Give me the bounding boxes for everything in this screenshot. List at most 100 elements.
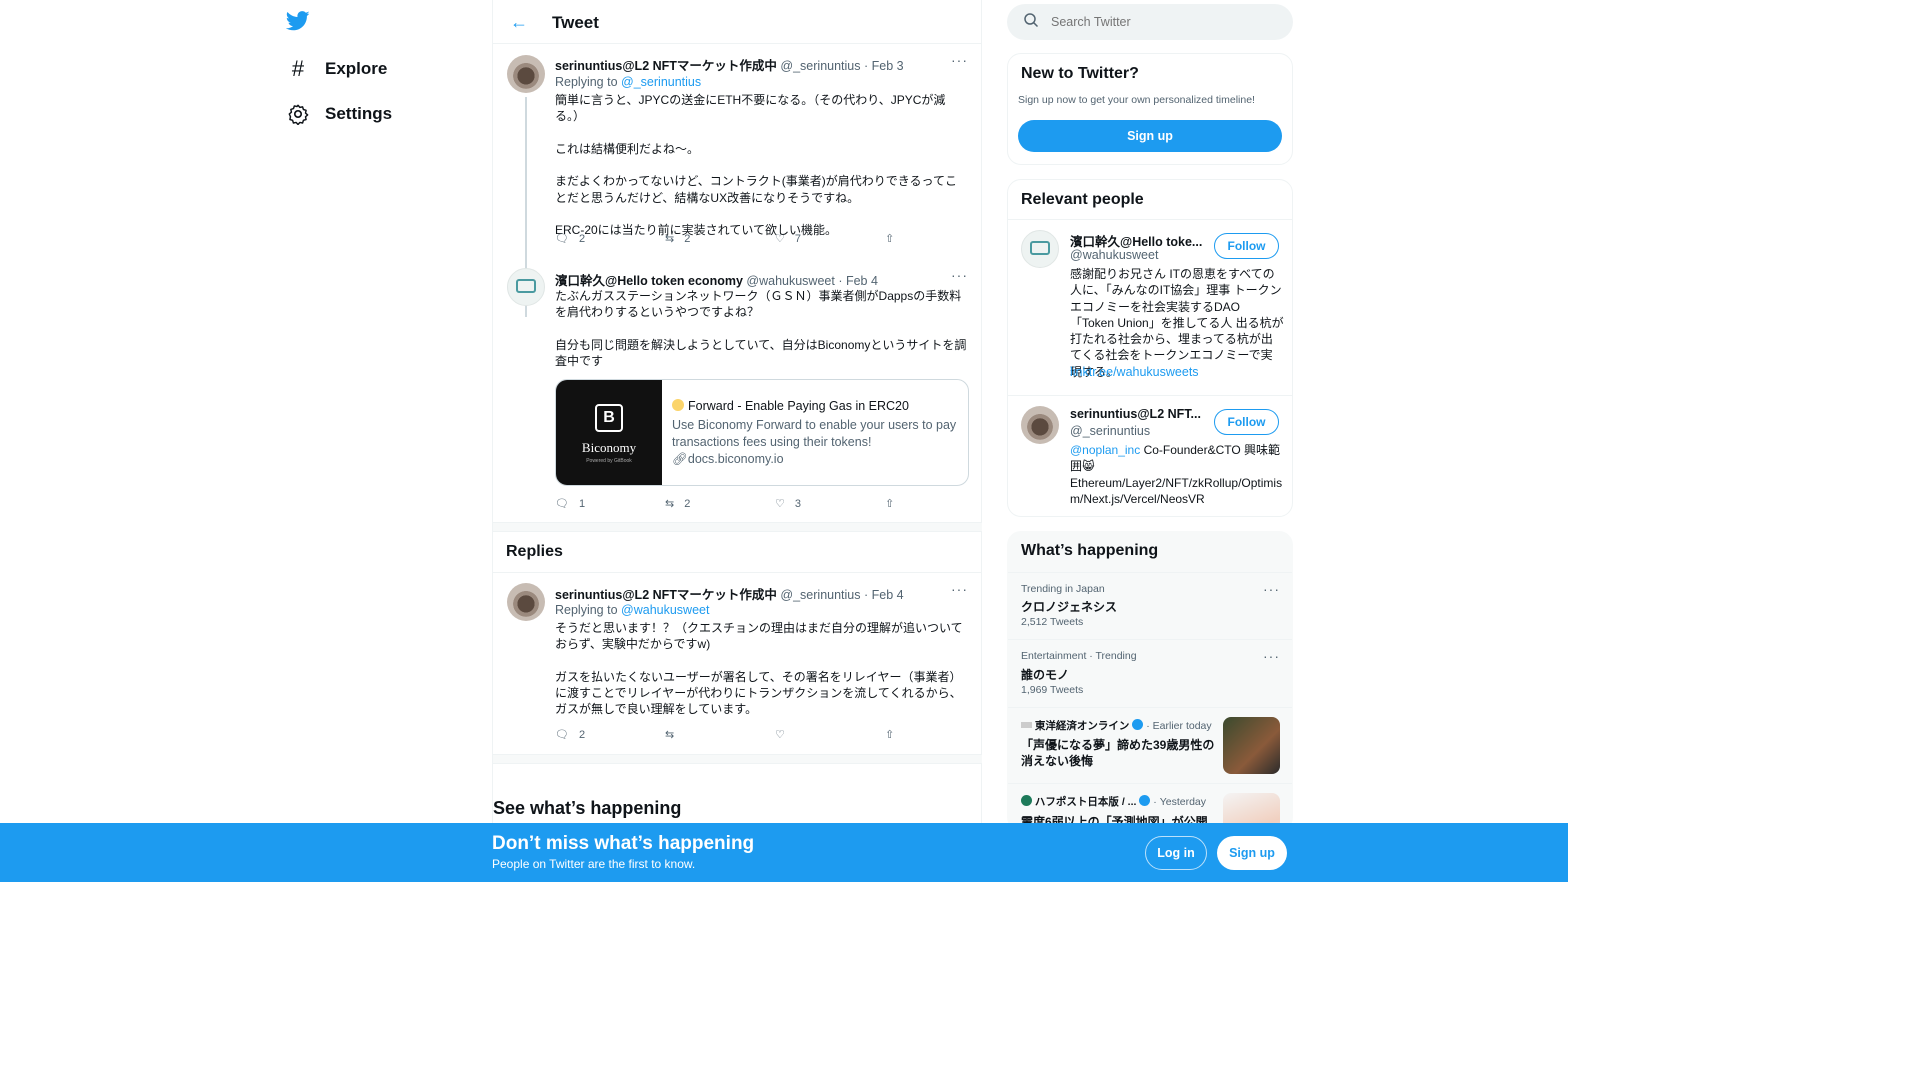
replying-handle-link[interactable]: @_serinuntius [621,75,701,89]
share-button[interactable]: ⇧ [885,497,995,510]
tweet[interactable]: 濱口幹久@Hello token economy @wahukusweet · … [493,262,982,522]
back-arrow-icon[interactable]: ← [510,12,528,33]
page-title: Tweet [552,13,599,32]
person-handle[interactable]: @_serinuntius [1070,424,1150,438]
signup-button[interactable]: Sign up [1217,836,1287,870]
link-card-title: Forward - Enable Paying Gas in ERC20 [672,399,909,413]
banner-subtitle: People on Twitter are the first to know. [492,857,696,871]
person[interactable]: 濱口幹久@Hello toke... @wahukusweet Follow 感… [1008,220,1292,396]
replying-handle-link[interactable]: @wahukusweet [621,603,709,617]
retweet-count: 2 [684,497,691,510]
tweet-text: たぶんガスステーションネットワーク（ＧＳＮ）事業者側がDappsの手数料を肩代わ… [555,289,967,369]
avatar[interactable] [507,268,545,306]
bio-mention-link[interactable]: @noplan_inc [1070,443,1140,457]
replying-label: Replying to [555,75,618,89]
author-handle[interactable]: @wahukusweet [746,274,834,288]
author-name[interactable]: 濱口幹久@Hello token economy [555,274,743,288]
person-bio: @noplan_inc Co-Founder&CTO 興味範囲😸 Ethereu… [1070,443,1283,506]
more-icon[interactable]: ··· [951,267,968,283]
twitter-logo-icon[interactable] [285,10,310,32]
reply-count: 2 [578,232,586,245]
person-handle[interactable]: @wahukusweet [1070,248,1158,262]
search-box[interactable] [1007,4,1293,40]
logo-sub: Powered by GitBook [586,458,632,464]
tweet-date[interactable]: · Feb 3 [864,59,904,73]
follow-button[interactable]: Follow [1214,409,1279,435]
login-button[interactable]: Log in [1145,836,1207,870]
trend-context: Entertainment · Trending [1021,650,1137,662]
tweet-date[interactable]: · Feb 4 [864,588,904,602]
reply-button[interactable]: 🗨︎ 2 [555,728,665,742]
author-handle[interactable]: @_serinuntius [780,59,860,73]
more-icon[interactable]: ··· [1263,648,1280,664]
nav-explore[interactable]: # Explore [287,56,387,82]
avatar[interactable] [507,55,545,93]
card-title: What’s happening [1021,542,1159,559]
main-column: ← Tweet serinuntius@L2 NFTマーケット作成中 @_ser… [492,0,982,882]
like-button[interactable]: ♡ 3 [775,497,885,511]
link-card-desc: Use Biconomy Forward to enable your user… [672,418,957,449]
more-icon[interactable]: ··· [951,581,968,597]
retweet-icon: ⇆ [665,233,675,245]
share-icon: ⇧ [885,729,895,741]
news-source-line: ハフポスト日本版 / ... · Yesterday [1021,794,1206,809]
trend-count: 1,969 Tweets [1021,684,1084,696]
author-name[interactable]: serinuntius@L2 NFTマーケット作成中 [555,588,777,602]
tweet[interactable]: serinuntius@L2 NFTマーケット作成中 @_serinuntius… [493,45,982,317]
reply-count: 2 [578,728,586,741]
search-icon [1023,12,1039,28]
new-to-twitter-card: New to Twitter? Sign up now to get your … [1007,53,1293,165]
see-happening-heading: See what’s happening [493,798,682,818]
reply-icon: 🗨︎ [555,498,569,510]
nav-explore-label: Explore [325,59,388,78]
tweet-header: ← Tweet [493,0,982,44]
retweet-icon: ⇆ [665,729,675,741]
heart-icon: ♡ [775,233,785,245]
tweet-date[interactable]: · Feb 4 [838,274,878,288]
reply-button[interactable]: 🗨︎ 1 [555,497,665,511]
news-headline: 「声優になる夢」諦めた39歳男性の消えない後悔 [1021,738,1215,769]
like-button[interactable]: ♡ 7 [775,232,885,246]
share-button[interactable]: ⇧ [885,232,995,245]
trend-item[interactable]: Trending in Japan クロノジェネシス 2,512 Tweets … [1008,572,1292,639]
person-name[interactable]: serinuntius@L2 NFT... [1070,407,1201,421]
link-card[interactable]: B Biconomy Powered by GitBook Forward - … [555,379,969,486]
divider [493,754,982,764]
person[interactable]: serinuntius@L2 NFT... @_serinuntius Foll… [1008,396,1292,516]
news-item[interactable]: 東洋経済オンライン · Earlier today 「声優になる夢」諦めた39歳… [1008,707,1292,783]
retweet-button[interactable]: ⇆ 2 [665,497,775,511]
avatar[interactable] [507,583,545,621]
follow-button[interactable]: Follow [1214,233,1279,259]
tweet[interactable]: serinuntius@L2 NFTマーケット作成中 @_serinuntius… [493,574,982,754]
avatar[interactable] [1021,230,1059,268]
card-title: Relevant people [1021,191,1144,208]
reply-button[interactable]: 🗨︎ 2 [555,232,665,246]
nav-settings[interactable]: Settings [287,103,392,126]
retweet-button[interactable]: ⇆ [665,728,775,741]
tweet-text: そうだと思います！？（クエスチョンの理由はまだ自分の理解が追いついておらず、実験… [555,621,963,717]
avatar[interactable] [1021,406,1059,444]
share-button[interactable]: ⇧ [885,728,995,741]
more-icon[interactable]: ··· [1263,581,1280,597]
divider [493,522,982,532]
author-name[interactable]: serinuntius@L2 NFTマーケット作成中 [555,59,777,73]
share-icon: ⇧ [885,498,895,510]
relevant-people-card: Relevant people 濱口幹久@Hello toke... @wahu… [1007,179,1293,517]
trend-name: クロノジェネシス [1021,600,1118,614]
bio-link[interactable]: linktr.ee/wahukusweets [1070,365,1199,379]
more-icon[interactable]: ··· [951,52,968,68]
search-input[interactable] [1051,12,1271,32]
trend-name: 誰のモノ [1021,668,1070,682]
trend-item[interactable]: Entertainment · Trending 誰のモノ 1,969 Twee… [1008,639,1292,707]
like-count: 7 [794,232,801,245]
replies-heading: Replies [506,543,563,560]
signup-button[interactable]: Sign up [1018,120,1282,152]
author-handle[interactable]: @_serinuntius [780,588,860,602]
replying-to: Replying to @wahukusweet [555,603,709,617]
person-bio: 感謝配りお兄さん ITの恩恵をすべての人に、「みんなのIT協会」理事 トークンエ… [1070,267,1284,379]
like-button[interactable]: ♡ [775,728,885,741]
signup-banner: Don’t miss what’s happening People on Tw… [0,823,1568,882]
reply-icon: 🗨︎ [555,729,569,741]
retweet-button[interactable]: ⇆ 2 [665,232,775,246]
reply-count: 1 [578,497,586,510]
